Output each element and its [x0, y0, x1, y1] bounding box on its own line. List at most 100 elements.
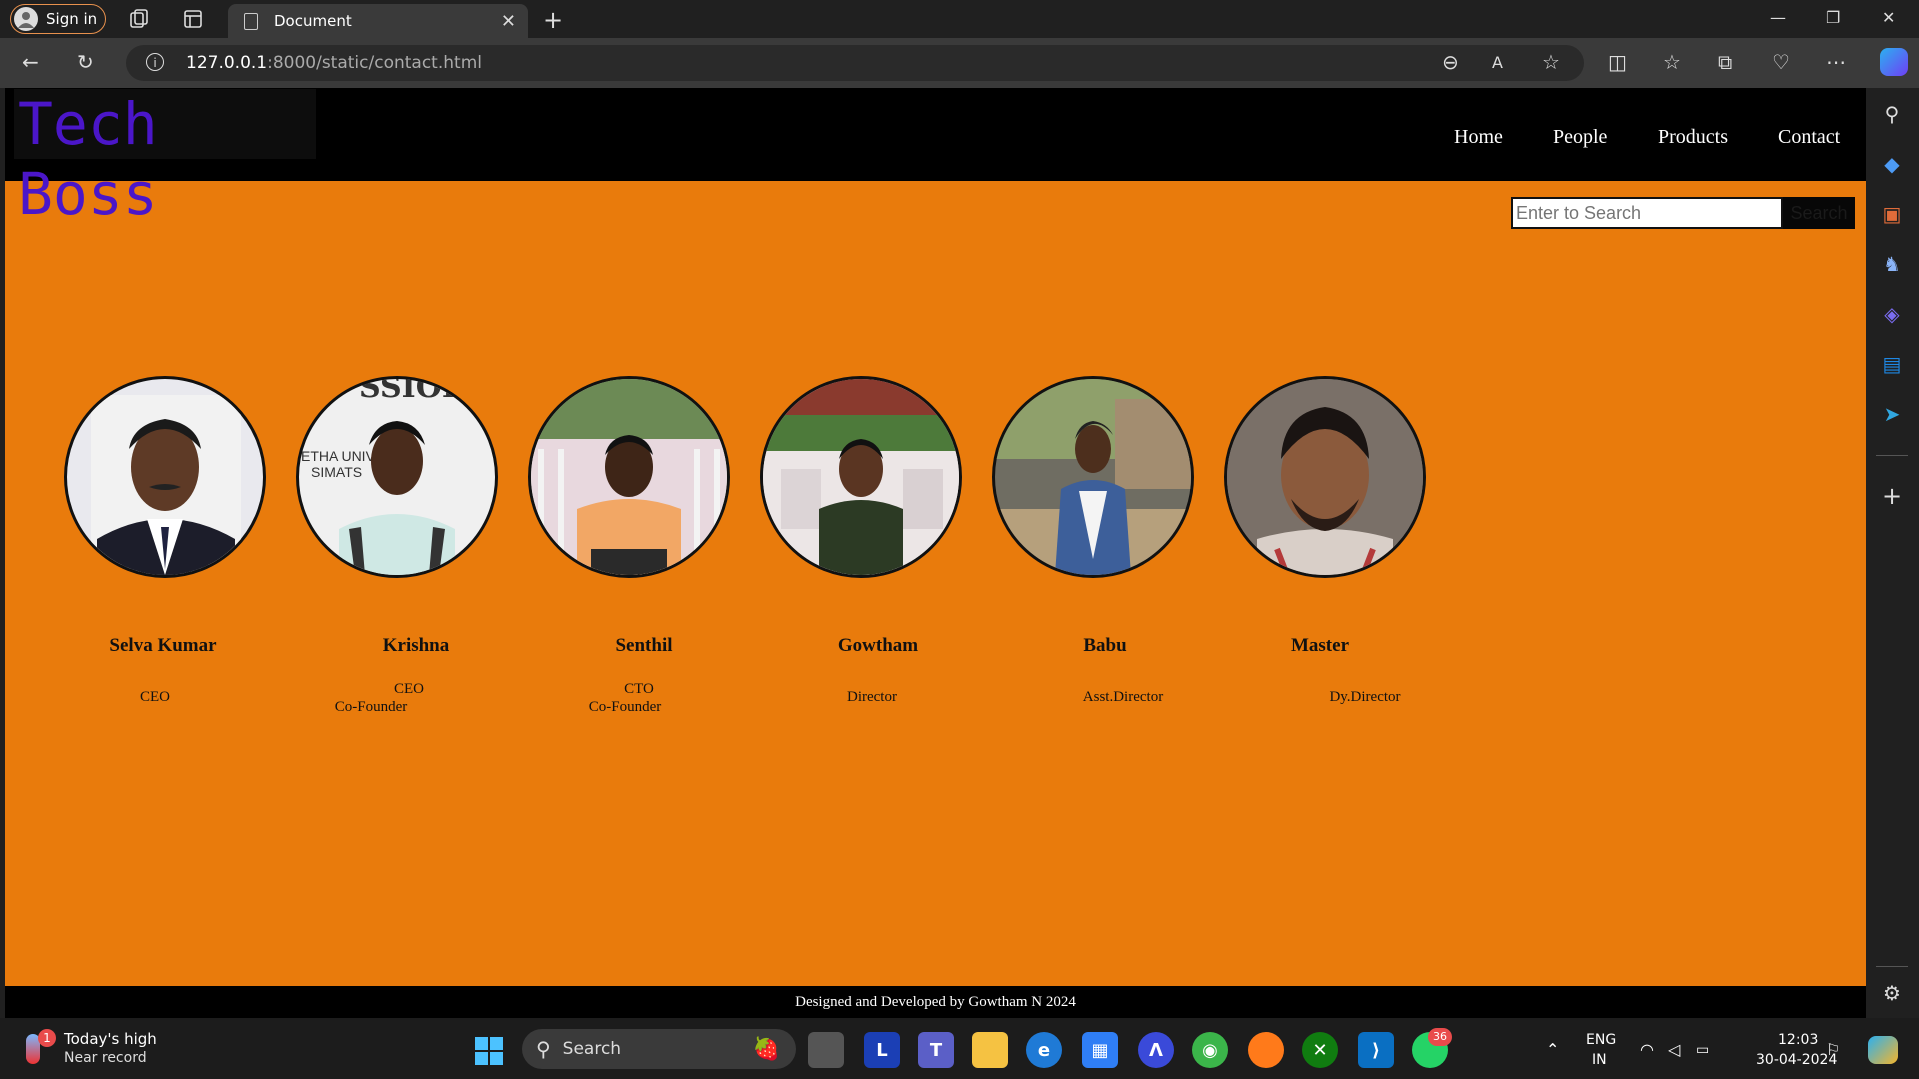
sidebar-office-icon[interactable]: ◈: [1878, 300, 1906, 328]
sign-in-button[interactable]: Sign in: [10, 4, 106, 34]
notification-bell-icon[interactable]: ⚐: [1826, 1040, 1840, 1059]
sidebar-search-icon[interactable]: ⚲: [1878, 100, 1906, 128]
search-input[interactable]: [1511, 197, 1783, 229]
battery-icon[interactable]: ▭: [1696, 1042, 1709, 1058]
strawberry-icon: 🍓: [752, 1036, 780, 1062]
sidebar-add-icon[interactable]: +: [1878, 482, 1906, 510]
volume-icon[interactable]: ◁: [1668, 1040, 1680, 1059]
app-l-icon[interactable]: L: [864, 1032, 900, 1068]
edge-icon[interactable]: e: [1026, 1032, 1062, 1068]
sidebar-send-icon[interactable]: ➤: [1878, 400, 1906, 428]
site-info-icon[interactable]: i: [146, 53, 164, 71]
taskbar: [0, 1018, 1919, 1079]
avatar: [528, 376, 730, 578]
avatar: SSIOI ETHA UNIVE SIMATS: [296, 376, 498, 578]
tab-document[interactable]: Document ✕: [228, 4, 528, 38]
vscode-icon[interactable]: ⟩: [1358, 1032, 1394, 1068]
refresh-icon[interactable]: ↻: [77, 50, 94, 74]
split-screen-icon[interactable]: ◫: [1608, 50, 1627, 74]
start-windows-icon[interactable]: [474, 1036, 504, 1066]
photo-simats-text: SIMATS: [311, 464, 362, 480]
taskbar-search-label: Search: [562, 1039, 622, 1059]
browser-essentials-icon[interactable]: ♡: [1772, 50, 1790, 74]
file-explorer-icon[interactable]: [972, 1032, 1008, 1068]
tab-title: Document: [274, 12, 352, 30]
sidebar-settings-icon[interactable]: ⚙: [1878, 979, 1906, 1007]
search-button[interactable]: Search: [1783, 197, 1855, 229]
person-role-babu: Asst.Director: [1082, 689, 1164, 705]
read-aloud-icon[interactable]: A: [1492, 53, 1503, 72]
photo-banner-text: SSIOI: [359, 379, 456, 405]
favorites-icon[interactable]: ☆: [1663, 50, 1681, 74]
weather-subtitle: Near record: [64, 1050, 147, 1066]
copilot-taskbar-icon[interactable]: [1868, 1036, 1898, 1064]
url-path: :8000/static/contact.html: [267, 53, 482, 73]
person-name-master: Master: [1290, 635, 1350, 656]
chrome-icon[interactable]: ◉: [1192, 1032, 1228, 1068]
language-eng[interactable]: ENG: [1586, 1032, 1616, 1048]
person-role-gowtham: Director: [847, 689, 897, 705]
taskbar-search[interactable]: ⚲ Search 🍓: [522, 1029, 796, 1069]
favorite-star-icon[interactable]: ☆: [1542, 50, 1560, 74]
sign-in-label: Sign in: [46, 10, 98, 28]
site-logo[interactable]: Tech Boss: [14, 89, 316, 228]
copilot-icon[interactable]: [1880, 48, 1908, 76]
xbox-icon[interactable]: ✕: [1302, 1032, 1338, 1068]
avatar: [1224, 376, 1426, 578]
person-name-gowtham: Gowtham: [837, 635, 919, 656]
restore-icon[interactable]: ❐: [1826, 8, 1840, 27]
zoom-icon[interactable]: ⊖: [1442, 50, 1459, 74]
store-icon[interactable]: ▦: [1082, 1032, 1118, 1068]
weather-title[interactable]: Today's high: [64, 1030, 157, 1048]
person-role2-senthil: Co-Founder: [588, 699, 662, 715]
url-text[interactable]: 127.0.0.1:8000/static/contact.html: [186, 53, 482, 73]
app-a-icon[interactable]: Λ: [1138, 1032, 1174, 1068]
document-icon: [244, 12, 258, 30]
profile-icon: [14, 7, 38, 31]
person-role2-krishna: Co-Founder: [334, 699, 408, 715]
firefox-icon[interactable]: [1248, 1032, 1284, 1068]
sidebar-games-icon[interactable]: ♞: [1878, 250, 1906, 278]
sidebar-divider: [1876, 455, 1908, 456]
person-name-babu: Babu: [1083, 635, 1127, 656]
close-tab-icon[interactable]: ✕: [501, 11, 516, 32]
weather-badge: 1: [38, 1029, 56, 1047]
sidebar-tools-icon[interactable]: ▣: [1878, 200, 1906, 228]
search-icon: ⚲: [536, 1037, 551, 1061]
minimize-icon[interactable]: —: [1770, 8, 1786, 27]
tray-chevron-icon[interactable]: ⌃: [1546, 1040, 1559, 1059]
task-view-icon[interactable]: [808, 1032, 844, 1068]
language-in: IN: [1592, 1052, 1607, 1068]
web-page: Tech Boss Home People Products Contact S…: [5, 88, 1866, 1018]
person-role-senthil: CTO: [624, 681, 654, 697]
person-name-selva-kumar: Selva Kumar: [109, 635, 217, 656]
nav-people[interactable]: People: [1553, 126, 1607, 149]
workspaces-icon[interactable]: [128, 8, 150, 30]
back-icon[interactable]: ←: [22, 50, 39, 74]
wifi-icon[interactable]: ◠: [1640, 1040, 1654, 1059]
person-role-selva-kumar: CEO: [140, 689, 170, 705]
close-window-icon[interactable]: ✕: [1882, 8, 1895, 27]
person-role-master: Dy.Director: [1329, 689, 1401, 705]
nav-contact[interactable]: Contact: [1778, 126, 1840, 149]
clock-time[interactable]: 12:03: [1778, 1032, 1818, 1048]
avatar: [64, 376, 266, 578]
person-name-senthil: Senthil: [615, 635, 673, 656]
sidebar-shopping-icon[interactable]: ◆: [1878, 150, 1906, 178]
sidebar-outlook-icon[interactable]: ▤: [1878, 350, 1906, 378]
teams-icon[interactable]: T: [918, 1032, 954, 1068]
sidebar-divider-bottom: [1876, 966, 1908, 967]
tab-actions-icon[interactable]: [182, 8, 204, 30]
avatar: [992, 376, 1194, 578]
whatsapp-badge: 36: [1428, 1028, 1452, 1046]
new-tab-icon[interactable]: +: [543, 6, 563, 34]
collections-icon[interactable]: ⧉: [1718, 50, 1732, 74]
site-footer: Designed and Developed by Gowtham N 2024: [5, 986, 1866, 1018]
person-role-krishna: CEO: [394, 681, 424, 697]
more-menu-icon[interactable]: ⋯: [1826, 50, 1846, 74]
nav-home[interactable]: Home: [1454, 126, 1503, 149]
avatar: [760, 376, 962, 578]
person-name-krishna: Krishna: [382, 635, 450, 656]
nav-products[interactable]: Products: [1658, 126, 1728, 149]
url-host: 127.0.0.1: [186, 53, 268, 73]
